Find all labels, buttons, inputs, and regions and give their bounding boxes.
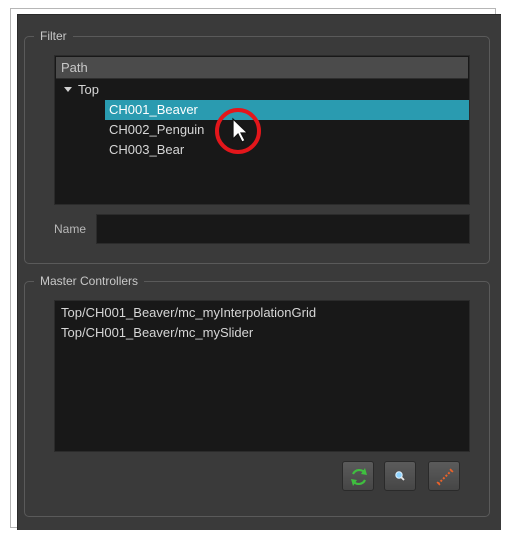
mouse-cursor-icon xyxy=(232,117,249,143)
tree-item-label: CH001_Beaver xyxy=(109,102,198,117)
name-label: Name xyxy=(54,222,87,236)
find-icon xyxy=(395,471,405,481)
tree-item-label: Top xyxy=(78,82,99,97)
expand-arrow-icon[interactable] xyxy=(64,87,72,92)
master-controllers-list[interactable]: Top/CH001_Beaver/mc_myInterpolationGrid … xyxy=(54,300,470,452)
show-slider-button[interactable] xyxy=(428,461,460,491)
name-field[interactable] xyxy=(96,214,470,244)
tree-item-ch003-bear[interactable]: CH003_Bear xyxy=(105,140,469,160)
find-button[interactable] xyxy=(384,461,416,491)
refresh-icon xyxy=(351,468,367,486)
tree-item-ch001-beaver[interactable]: CH001_Beaver xyxy=(105,100,469,120)
highlight-circle-icon xyxy=(215,108,261,154)
list-item[interactable]: Top/CH001_Beaver/mc_myInterpolationGrid xyxy=(61,303,316,323)
master-controllers-group-title: Master Controllers xyxy=(34,274,145,288)
tree-item-label: CH003_Bear xyxy=(109,142,185,157)
path-column-header[interactable]: Path xyxy=(56,57,468,79)
master-controller-panel: Filter Path Top CH001_Beaver CH002_Pengu… xyxy=(17,14,501,530)
tree-item-ch002-penguin[interactable]: CH002_Penguin xyxy=(105,120,469,140)
tree-item-top[interactable]: Top xyxy=(56,80,470,100)
refresh-button[interactable] xyxy=(342,461,374,491)
filter-group-title: Filter xyxy=(34,29,73,43)
list-item[interactable]: Top/CH001_Beaver/mc_mySlider xyxy=(61,323,253,343)
tree-item-label: CH002_Penguin xyxy=(109,122,205,137)
show-slider-icon xyxy=(436,468,454,486)
